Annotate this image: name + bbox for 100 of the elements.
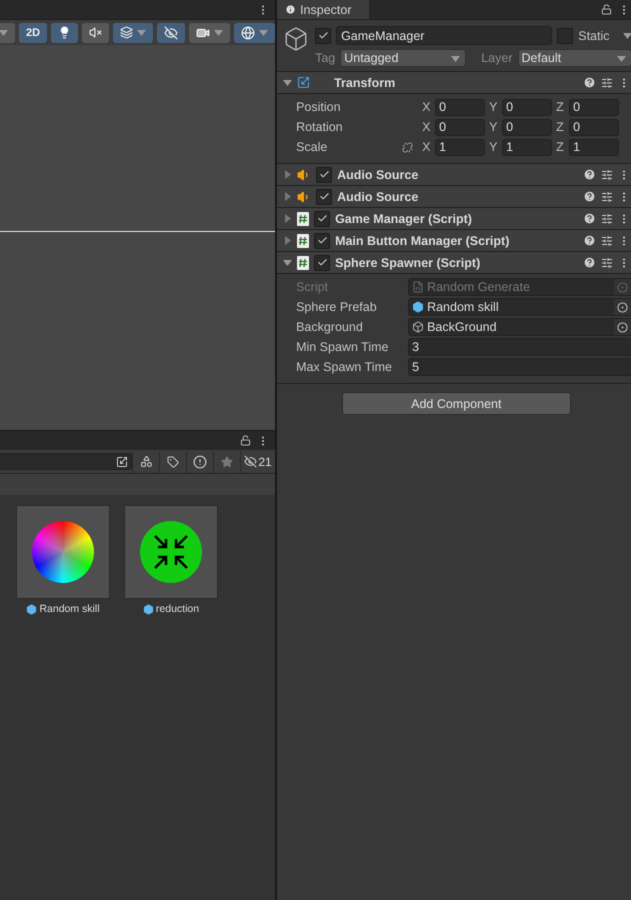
expand-arrow-icon[interactable] (283, 170, 292, 179)
checkbox[interactable] (315, 28, 332, 44)
tag-dropdown[interactable]: Untagged (340, 49, 466, 67)
sliders-icon[interactable] (600, 234, 612, 246)
sliders-icon[interactable] (600, 190, 612, 202)
checkbox[interactable] (314, 210, 330, 226)
object-field: Random Generate (408, 278, 631, 296)
toolbar-button[interactable] (82, 22, 110, 42)
checkbox[interactable] (316, 188, 332, 204)
component-header[interactable]: Game Manager (Script) (277, 208, 631, 230)
check-icon (318, 30, 329, 41)
toolbar-button[interactable] (157, 22, 186, 42)
axis-label: X (422, 120, 432, 134)
caret-icon (214, 28, 224, 37)
checkbox[interactable] (557, 28, 574, 44)
expand-arrow-icon[interactable] (283, 192, 292, 201)
unlink-icon[interactable] (402, 142, 413, 152)
number-field[interactable]: 0 (435, 98, 486, 116)
property-label: Script (296, 279, 330, 296)
caret-icon (0, 28, 8, 37)
help-icon[interactable] (582, 190, 596, 203)
caret-icon (451, 54, 460, 62)
object-field[interactable]: Random skill (408, 298, 631, 316)
sliders-icon[interactable] (600, 168, 612, 180)
cube-outline-icon[interactable] (283, 26, 310, 52)
axis-label: Y (489, 120, 498, 134)
shrink-arrows-icon (140, 521, 202, 583)
number-field[interactable]: 0 (435, 118, 486, 136)
help-icon[interactable] (582, 234, 596, 247)
checkbox[interactable] (314, 254, 330, 270)
asset-name: Random skill (39, 603, 100, 615)
help-icon[interactable] (582, 168, 596, 181)
expand-arrow-icon[interactable] (283, 258, 292, 267)
help-icon[interactable] (582, 256, 596, 269)
name-field[interactable]: GameManager (336, 26, 552, 45)
checkbox[interactable] (314, 232, 330, 248)
check-icon (318, 191, 330, 202)
eye-off-icon (164, 26, 178, 40)
hidden-count: 21 (258, 454, 272, 468)
toolbar-button[interactable] (113, 22, 154, 42)
component-header[interactable]: Sphere Spawner (Script) (277, 252, 631, 274)
number-field[interactable]: 3 (408, 338, 631, 356)
number-field[interactable]: 0 (502, 98, 552, 116)
expand-arrow-icon[interactable] (283, 214, 292, 223)
eye-off-icon[interactable] (244, 455, 258, 468)
toolbar-button[interactable] (51, 22, 78, 42)
check-icon (316, 213, 328, 224)
cube-icon (142, 604, 154, 614)
number-field[interactable]: 0 (502, 118, 552, 136)
axis-label: Y (489, 140, 498, 154)
checkbox[interactable] (316, 166, 332, 182)
component-header[interactable]: Transform (277, 72, 631, 94)
component-header[interactable]: Audio Source (277, 164, 631, 186)
caret-icon (137, 28, 146, 37)
warning-icon[interactable] (193, 454, 208, 468)
script-file-icon (297, 256, 310, 270)
shapes-icon[interactable] (140, 455, 153, 468)
help-icon[interactable] (582, 76, 596, 89)
component-header[interactable]: Main Button Manager (Script) (277, 230, 631, 252)
number-field[interactable]: 1 (502, 138, 552, 156)
number-field[interactable]: 0 (569, 118, 620, 136)
lock-icon[interactable] (240, 435, 252, 446)
property-label: Position (296, 99, 342, 116)
asset-tile[interactable] (124, 505, 218, 599)
script-file-icon (297, 212, 310, 226)
expand-arrow-icon[interactable] (283, 78, 292, 87)
toolbar-button[interactable] (189, 22, 230, 42)
inspector-tab[interactable]: Inspector (277, 0, 370, 19)
caret-icon (616, 54, 626, 62)
check-icon (316, 235, 328, 246)
toolbar-button[interactable] (234, 22, 276, 42)
property-label: Rotation (296, 119, 344, 136)
axis-label: Y (489, 100, 498, 114)
check-icon (316, 257, 328, 268)
expand-icon[interactable] (116, 456, 128, 468)
number-field[interactable]: 1 (435, 138, 486, 156)
globe-icon (241, 26, 256, 40)
mode-toggle-button[interactable]: 2D (19, 22, 48, 42)
component-header[interactable]: Audio Source (277, 186, 631, 208)
sliders-icon[interactable] (600, 256, 612, 268)
sliders-icon[interactable] (600, 76, 612, 88)
number-field[interactable]: 5 (408, 358, 631, 376)
caret-icon[interactable] (622, 31, 631, 40)
script-file-icon (412, 281, 424, 293)
add-component-button[interactable]: Add Component (342, 392, 571, 415)
static-label: Static (578, 28, 610, 42)
number-field[interactable]: 1 (569, 138, 620, 156)
layer-dropdown[interactable]: Default (518, 49, 631, 67)
asset-tile[interactable] (16, 505, 110, 599)
star-icon[interactable] (221, 456, 234, 468)
expand-arrow-icon[interactable] (283, 236, 292, 245)
help-icon[interactable] (582, 212, 596, 225)
sliders-icon[interactable] (600, 212, 612, 224)
tag-icon[interactable] (167, 456, 180, 468)
axis-label: X (422, 140, 432, 154)
lock-icon[interactable] (600, 4, 612, 15)
object-field[interactable]: BackGround (408, 318, 631, 336)
property-label: Sphere Prefab (296, 299, 378, 316)
number-field[interactable]: 0 (569, 98, 620, 116)
search-field[interactable] (0, 453, 132, 470)
